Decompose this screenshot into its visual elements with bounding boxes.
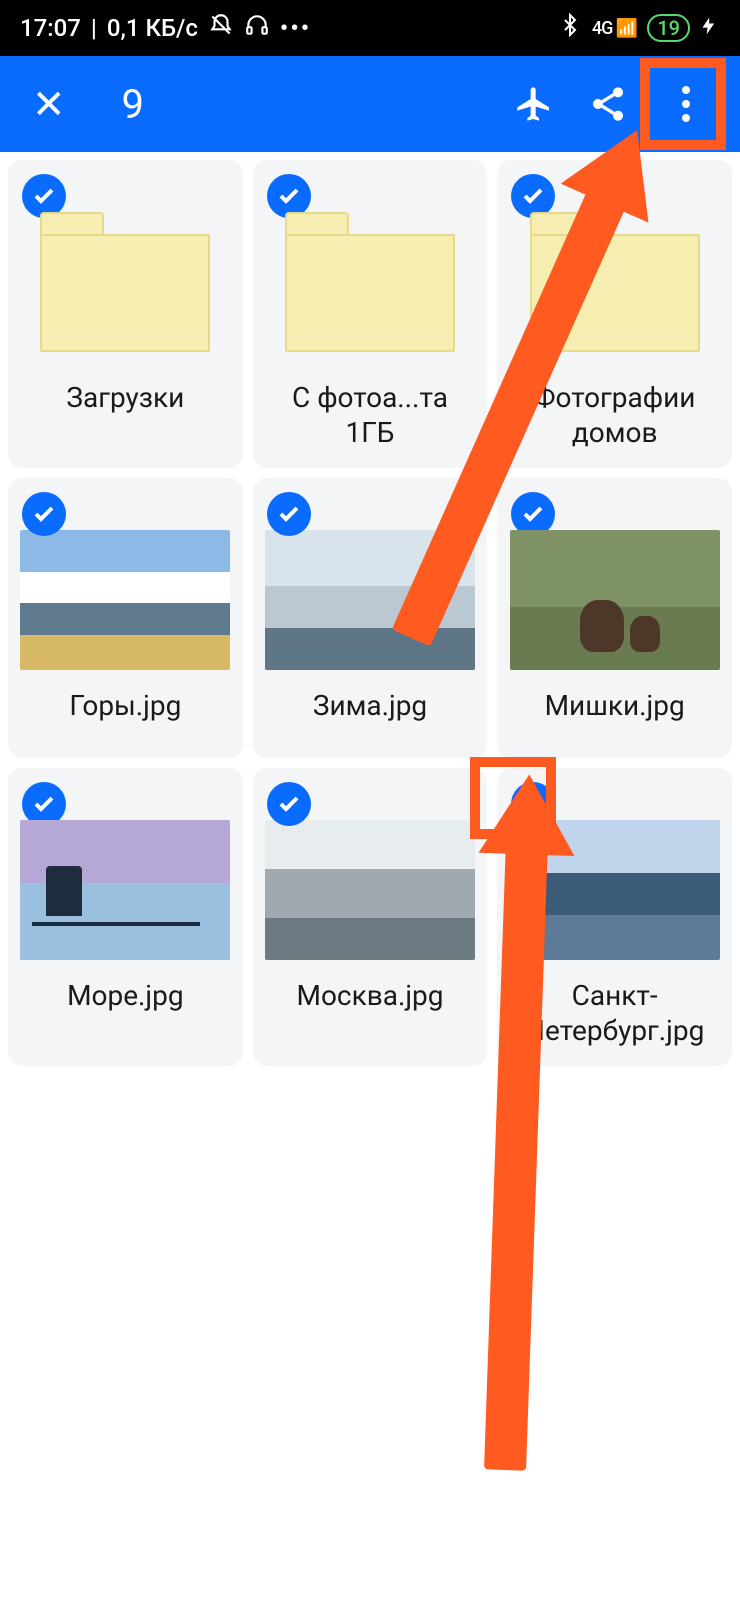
folder-icon xyxy=(30,212,220,362)
select-toggle[interactable] xyxy=(511,782,555,826)
more-menu-button[interactable] xyxy=(654,64,718,144)
item-name: Море.jpg xyxy=(67,978,184,1013)
grid-item[interactable]: Фотографии домов xyxy=(497,160,732,468)
mute-icon xyxy=(208,12,234,44)
select-toggle[interactable] xyxy=(267,782,311,826)
item-name: Мишки.jpg xyxy=(545,688,685,723)
item-name: Москва.jpg xyxy=(297,978,444,1013)
item-name: Зима.jpg xyxy=(313,688,427,723)
item-name: Фотографии домов xyxy=(510,380,720,450)
battery-indicator: 19 xyxy=(647,14,690,42)
charging-icon xyxy=(700,14,720,42)
item-name: Загрузки xyxy=(66,380,184,415)
image-thumbnail xyxy=(510,530,720,670)
grid-item[interactable]: Москва.jpg xyxy=(253,768,488,1066)
status-bar: 17:07 | 0,1 КБ/с ••• 4G 📶 19 xyxy=(0,0,740,56)
item-name: Горы.jpg xyxy=(69,688,181,723)
select-toggle[interactable] xyxy=(22,492,66,536)
select-toggle[interactable] xyxy=(267,492,311,536)
file-grid: Загрузки С фотоа...та 1ГБ Фотографии дом… xyxy=(0,152,740,1066)
bluetooth-icon xyxy=(558,13,582,43)
selection-count: 9 xyxy=(122,81,144,128)
image-thumbnail xyxy=(20,530,230,670)
selection-app-bar: ✕ 9 xyxy=(0,56,740,152)
close-selection-button[interactable]: ✕ xyxy=(22,81,76,128)
image-thumbnail xyxy=(265,530,475,670)
grid-item[interactable]: Санкт-Петербург.jpg xyxy=(497,768,732,1066)
item-name: Санкт-Петербург.jpg xyxy=(510,978,720,1048)
headphones-icon xyxy=(244,12,270,44)
more-vertical-icon xyxy=(682,86,690,122)
folder-icon xyxy=(520,212,710,362)
image-thumbnail xyxy=(265,820,475,960)
image-thumbnail xyxy=(20,820,230,960)
grid-item[interactable]: Горы.jpg xyxy=(8,478,243,758)
share-button[interactable] xyxy=(580,76,636,132)
status-time: 17:07 xyxy=(20,14,81,42)
grid-item[interactable]: Загрузки xyxy=(8,160,243,468)
item-name: С фотоа...та 1ГБ xyxy=(265,380,475,450)
signal-icon: 4G 📶 xyxy=(592,18,637,39)
grid-item[interactable]: Море.jpg xyxy=(8,768,243,1066)
status-net-speed: 0,1 КБ/с xyxy=(107,14,198,42)
folder-icon xyxy=(275,212,465,362)
more-status-icon: ••• xyxy=(280,14,311,42)
grid-item[interactable]: Мишки.jpg xyxy=(497,478,732,758)
offline-button[interactable] xyxy=(506,76,562,132)
grid-item[interactable]: С фотоа...та 1ГБ xyxy=(253,160,488,468)
image-thumbnail xyxy=(510,820,720,960)
grid-item[interactable]: Зима.jpg xyxy=(253,478,488,758)
